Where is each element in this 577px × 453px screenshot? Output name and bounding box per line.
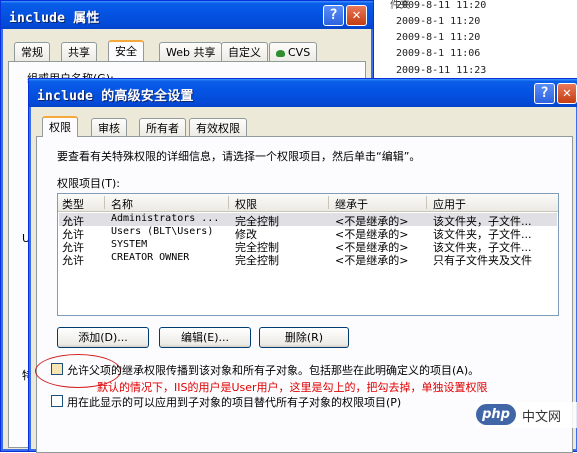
tab-custom[interactable]: 自定义 [221,42,268,61]
row-name: SYSTEM [111,239,148,250]
advanced-titlebar[interactable]: include 的高级安全设置 ? ✕ [29,79,577,107]
tab-effective-permissions[interactable]: 有效权限 [189,118,247,137]
row-name: Users (BLT\Users) [111,226,214,237]
list-item-date[interactable]: 2009-8-11 11:20 [396,0,486,11]
column-header-applies-to[interactable]: 应用于 [433,196,466,212]
watermark-text: 中文网 [522,410,562,425]
tab-general[interactable]: 常规 [14,42,50,61]
advanced-title: include 的高级安全设置 [37,89,194,104]
permission-entries-list[interactable]: 类型 名称 权限 继承于 应用于 允许 Administrators ... 完… [57,193,559,316]
edit-button[interactable]: 编辑(E)... [159,327,251,348]
column-header-permission[interactable]: 权限 [235,196,257,212]
replace-child-permissions-checkbox[interactable] [51,395,63,407]
table-row[interactable]: 允许 SYSTEM 完全控制 <不是继承的> 该文件夹，子文件... [59,239,557,254]
annotation-note: 默认的情况下，IIS的用户是User用户，这里是勾上的，把勾去掉，单独设置权限 [97,381,488,394]
instruction-text: 要查看有关特殊权限的详细信息，请选择一个权限项目，然后单击“编辑”。 [57,150,421,163]
tab-sharing[interactable]: 共享 [61,42,97,61]
tab-cvs[interactable]: CVS [269,42,318,61]
list-item-date[interactable]: 2009-8-1 11:20 [396,16,480,27]
watermark: php 中文网 [476,402,577,428]
column-header-inherited-from[interactable]: 继承于 [335,196,368,212]
table-row[interactable]: 允许 CREATOR OWNER 完全控制 <不是继承的> 只有子文件夹及文件 [59,252,557,267]
column-header-type[interactable]: 类型 [62,196,84,212]
table-row[interactable]: 允许 Users (BLT\Users) 修改 <不是继承的> 该文件夹，子文件… [59,226,557,241]
explorer-file-list: 件夹 2009-8-11 11:20 2009-8-1 11:20 2009-8… [370,0,577,90]
close-button[interactable]: ✕ [346,5,367,26]
column-divider[interactable] [426,196,427,209]
column-header-name[interactable]: 名称 [111,196,133,212]
tab-web-sharing[interactable]: Web 共享 [159,42,223,61]
replace-child-permissions-label[interactable]: 用在此显示的可以应用到子对象的项目替代所有子对象的权限项目(P) [67,394,401,410]
tab-cvs-label: CVS [288,46,311,59]
tab-owner[interactable]: 所有者 [139,118,186,137]
php-logo: php [476,404,516,425]
add-button[interactable]: 添加(D)... [57,327,149,348]
turtle-icon [276,49,285,57]
help-button[interactable]: ? [323,5,344,26]
row-name: CREATOR OWNER [111,252,190,263]
row-type: 允许 [62,254,84,267]
row-applies-to: 只有子文件夹及文件 [433,254,532,267]
column-divider[interactable] [328,196,329,209]
table-row[interactable]: 允许 Administrators ... 完全控制 <不是继承的> 该文件夹，… [59,213,557,228]
row-name: Administrators ... [111,213,220,224]
entries-label: 权限项目(T): [57,177,121,190]
tab-permissions[interactable]: 权限 [42,116,78,137]
list-header: 类型 名称 权限 继承于 应用于 [58,194,558,212]
inherit-permissions-checkbox[interactable] [51,363,63,375]
remove-button[interactable]: 删除(R) [259,327,349,348]
column-divider[interactable] [104,196,105,209]
properties-titlebar[interactable]: include 属性 ? ✕ [1,1,373,29]
list-item-date[interactable]: 2009-8-11 11:23 [396,65,486,76]
list-item-date[interactable]: 2009-8-1 11:06 [396,48,480,59]
list-item-date[interactable]: 2009-8-1 11:20 [396,32,480,43]
advanced-security-window: include 的高级安全设置 ? ✕ 权限 审核 所有者 有效权限 要查看有关… [28,78,577,453]
help-button[interactable]: ? [534,83,555,104]
column-divider[interactable] [228,196,229,209]
tab-security[interactable]: 安全 [108,40,144,61]
inherit-permissions-label[interactable]: 允许父项的继承权限传播到该对象和所有子对象。包括那些在此明确定义的项目(A)。 [67,362,479,378]
row-inherited: <不是继承的> [335,254,409,267]
properties-title: include 属性 [9,11,100,26]
close-button[interactable]: ✕ [557,83,577,104]
tab-auditing[interactable]: 审核 [91,118,127,137]
row-permission: 完全控制 [235,254,279,267]
